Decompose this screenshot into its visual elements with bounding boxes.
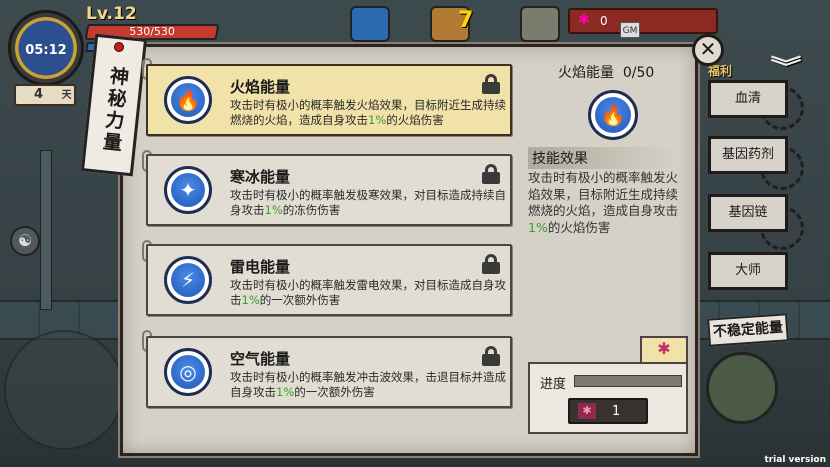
lock-icon [482,346,500,366]
detail-title: 火焰能量 0/50 [558,65,655,81]
weapon-button[interactable] [706,352,778,424]
side-button-gene-potion[interactable]: 基因药剂 [708,136,788,174]
flame-icon: 🔥 [164,76,212,124]
pin-decoration [114,42,124,52]
day-unit: 天 [61,90,72,101]
day-value: 4 [34,87,44,102]
map-icon[interactable] [350,6,390,42]
skill-description: 攻击时有极小的概率触发火焰效果，目标附近生成持续燃烧的火焰，造成自身攻击1%的火… [230,98,506,127]
gm-button[interactable]: GM [620,22,640,38]
lock-icon [482,74,500,94]
skill-description: 攻击时有极小的概率触发极寒效果，对目标造成持续自身攻击1%的冻伤伤害 [230,188,506,217]
close-button[interactable]: ✕ [692,34,724,66]
skill-card-ice[interactable]: ✦ 寒冰能量 攻击时有极小的概率触发极寒效果，对目标造成持续自身攻击1%的冻伤伤… [146,154,512,226]
unstable-energy-tab[interactable]: 不稳定能量 [707,313,789,347]
progress-bar [574,375,682,387]
bug-currency-icon: ✱ [578,12,590,28]
cost-value: 1 [612,404,621,419]
effect-label: 技能效果 [528,147,678,169]
snowflake-icon: ✦ [164,166,212,214]
skill-name: 寒冰能量 [230,168,291,186]
lightning-icon: ⚡ [164,256,212,304]
player-level: Lv.12 [86,4,137,24]
skill-name: 雷电能量 [230,258,291,276]
side-button-gene-chain[interactable]: 基因链 [708,194,788,232]
lock-icon [482,254,500,274]
chest-count: 7 [458,8,474,33]
bug-currency-icon: ✱ [578,403,596,419]
upgrade-cost-button[interactable]: ✱ 1 [568,398,648,424]
side-button-master[interactable]: 大师 [708,252,788,290]
skill-card-thunder[interactable]: ⚡ 雷电能量 攻击时有极小的概率触发雷电效果，对目标造成自身攻击1%的一次额外伤… [146,244,512,316]
detail-flame-icon: 🔥 [588,90,638,140]
movement-joystick[interactable] [4,330,124,450]
effect-description: 攻击时有极小的概率触发火焰效果，目标附近生成持续燃烧的火焰，造成自身攻击1%的火… [528,170,679,235]
lock-icon [482,164,500,184]
scene-pipe [40,150,52,310]
bug-tab-icon[interactable]: ✱ [640,336,688,362]
skill-card-air[interactable]: ◎ 空气能量 攻击时有极小的概率触发冲击波效果，击退目标并造成自身攻击1%的一次… [146,336,512,408]
skill-card-fire[interactable]: 🔥 火焰能量 攻击时有极小的概率触发火焰效果，目标附近生成持续燃烧的火焰，造成自… [146,64,512,136]
skill-description: 攻击时有极小的概率触发冲击波效果，击退目标并造成自身攻击1%的一次额外伤害 [230,370,506,399]
clock-time: 05:12 [25,43,67,58]
day-night-clock: 05:12 [8,10,84,86]
side-button-serum[interactable]: 血清 [708,80,788,118]
collapse-chevron-icon[interactable]: ︾ [771,50,802,82]
air-vortex-icon: ◎ [164,348,212,396]
skill-description: 攻击时有极小的概率触发雷电效果，对目标造成自身攻击1%的一次额外伤害 [230,278,506,307]
radio-icon[interactable] [520,6,560,42]
day-counter: 4 天 [14,84,76,106]
settings-icon[interactable]: ☯ [10,226,40,256]
currency-bar: ✱ 0 [568,8,718,34]
progress-label: 进度 [540,377,567,392]
trial-watermark: trial version [764,455,826,465]
skill-name: 火焰能量 [230,78,291,96]
skill-name: 空气能量 [230,350,291,368]
currency-value: 0 [600,14,608,28]
